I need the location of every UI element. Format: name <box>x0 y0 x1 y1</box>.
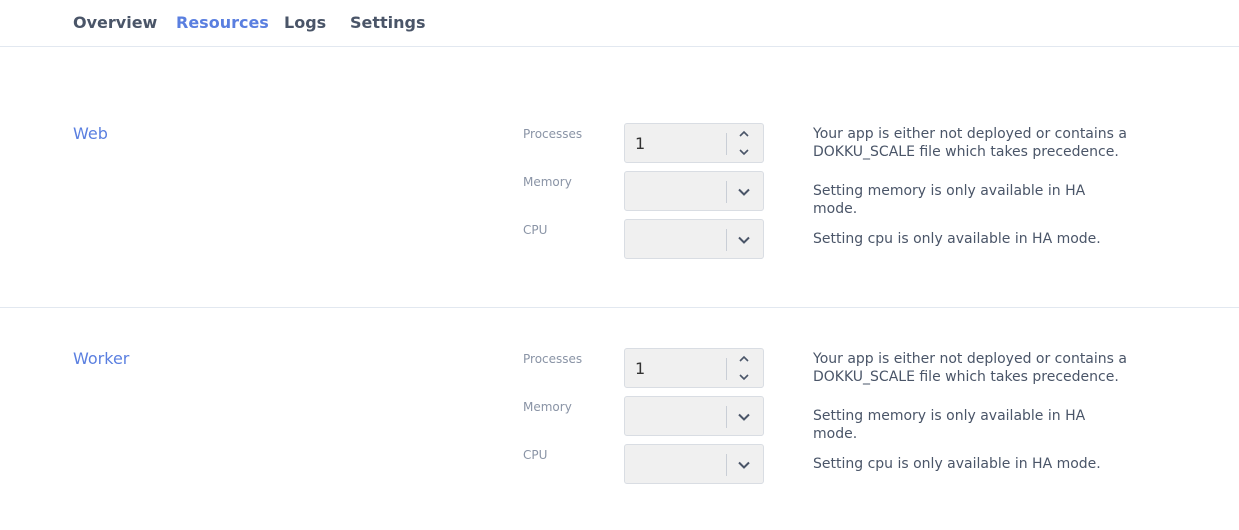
processes-help: Your app is either not deployed or conta… <box>813 351 1127 385</box>
cpu-label: CPU <box>523 448 548 462</box>
divider <box>726 454 727 476</box>
processes-value: 1 <box>635 359 646 378</box>
divider <box>726 133 727 155</box>
chevron-down-icon[interactable] <box>735 457 753 473</box>
chevron-down-icon[interactable] <box>735 409 753 425</box>
processes-help: Your app is either not deployed or conta… <box>813 126 1127 160</box>
memory-label: Memory <box>523 175 572 189</box>
tab-resources[interactable]: Resources <box>176 13 269 32</box>
tab-bar: Overview Resources Logs Settings <box>0 0 1239 47</box>
processes-label: Processes <box>523 352 583 366</box>
section-title-web: Web <box>73 124 108 143</box>
tab-logs[interactable]: Logs <box>284 13 326 32</box>
decrement-icon[interactable] <box>737 370 751 384</box>
cpu-help: Setting cpu is only available in HA mode… <box>813 456 1101 472</box>
processes-value: 1 <box>635 134 646 153</box>
processes-label: Processes <box>523 127 583 141</box>
memory-help: Setting memory is only available in HA m… <box>813 408 1086 442</box>
web-resource-section: Web Processes 1 Your app is either not d… <box>0 47 1239 308</box>
divider <box>726 181 727 203</box>
processes-stepper[interactable]: 1 <box>624 348 764 388</box>
increment-icon[interactable] <box>737 351 751 365</box>
increment-icon[interactable] <box>737 126 751 140</box>
memory-select[interactable] <box>624 171 764 211</box>
chevron-down-icon[interactable] <box>735 184 753 200</box>
memory-help: Setting memory is only available in HA m… <box>813 183 1086 217</box>
worker-resource-section: Worker Processes 1 Your app is either no… <box>0 308 1239 530</box>
processes-stepper[interactable]: 1 <box>624 123 764 163</box>
section-title-worker: Worker <box>73 349 130 368</box>
cpu-label: CPU <box>523 223 548 237</box>
decrement-icon[interactable] <box>737 145 751 159</box>
divider <box>726 358 727 380</box>
cpu-select[interactable] <box>624 444 764 484</box>
memory-label: Memory <box>523 400 572 414</box>
tab-settings[interactable]: Settings <box>350 13 426 32</box>
divider <box>726 406 727 428</box>
cpu-select[interactable] <box>624 219 764 259</box>
chevron-down-icon[interactable] <box>735 232 753 248</box>
memory-select[interactable] <box>624 396 764 436</box>
tab-overview[interactable]: Overview <box>73 13 157 32</box>
divider <box>726 229 727 251</box>
cpu-help: Setting cpu is only available in HA mode… <box>813 231 1101 247</box>
